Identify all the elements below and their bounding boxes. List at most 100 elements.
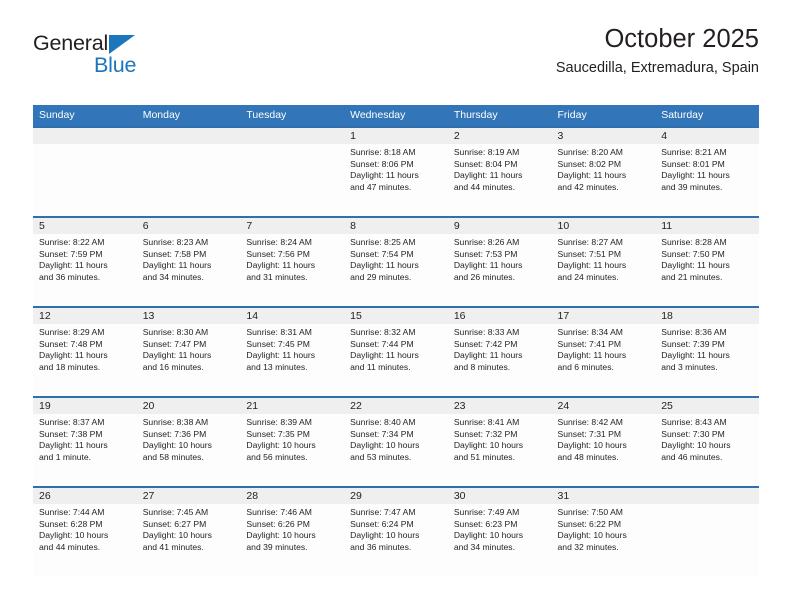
date-number: 20 — [136, 398, 241, 414]
sunset-text: Sunset: 7:35 PM — [246, 428, 310, 439]
date-number: 28 — [240, 488, 345, 504]
sunrise-text: Sunrise: 8:31 AM — [246, 327, 312, 337]
daylight-text-cont: and 36 minutes. — [39, 271, 101, 282]
day-cell-25[interactable]: 25 Sunrise: 8:43 AM Sunset: 7:30 PM Dayligh… — [655, 396, 759, 486]
daylight-text-cont: and 32 minutes. — [557, 541, 619, 552]
day-cell-20[interactable]: 20 Sunrise: 8:38 AM Sunset: 7:36 PM Dayligh… — [136, 396, 241, 486]
day-cell-27[interactable]: 27 Sunrise: 7:45 AM Sunset: 6:27 PM Dayligh… — [136, 486, 241, 576]
sunset-text: Sunset: 7:36 PM — [142, 428, 207, 439]
daylight-text-cont: and 51 minutes. — [453, 451, 515, 462]
day-details: Sunrise: 8:33 AM Sunset: 7:42 PM Daylight:… — [448, 324, 552, 373]
logo-triangle-icon — [109, 35, 135, 54]
day-cell-13[interactable]: 13 Sunrise: 8:30 AM Sunset: 7:47 PM Dayligh… — [136, 306, 241, 396]
day-cell-29[interactable]: 29 Sunrise: 7:47 AM Sunset: 6:24 PM Dayligh… — [344, 486, 448, 576]
date-number: 19 — [33, 398, 137, 414]
day-cell-24[interactable]: 24 Sunrise: 8:42 AM Sunset: 7:31 PM Dayligh… — [551, 396, 656, 486]
sunset-text: Sunset: 8:02 PM — [557, 158, 622, 169]
day-cell-28[interactable]: 28 Sunrise: 7:46 AM Sunset: 6:26 PM Dayligh… — [240, 486, 345, 576]
weekday-header-monday: Monday — [142, 109, 181, 121]
sunrise-text: Sunrise: 8:25 AM — [350, 237, 416, 247]
sunrise-text: Sunrise: 8:30 AM — [142, 327, 209, 337]
day-cell-6[interactable]: 6 Sunrise: 8:23 AM Sunset: 7:58 PM Daylight… — [136, 216, 241, 306]
date-number: 21 — [240, 398, 345, 414]
date-number: 9 — [447, 218, 552, 234]
sunset-text: Sunset: 7:42 PM — [453, 338, 518, 349]
day-details: Sunrise: 8:39 AM Sunset: 7:35 PM Daylight:… — [240, 414, 344, 463]
day-cell-11[interactable]: 11 Sunrise: 8:28 AM Sunset: 7:50 PM Dayligh… — [655, 216, 759, 306]
daylight-text-cont: and 34 minutes. — [453, 541, 515, 552]
sunset-text: Sunset: 7:51 PM — [557, 248, 622, 259]
day-details: Sunrise: 7:47 AM Sunset: 6:24 PM Daylight:… — [344, 504, 448, 553]
sunrise-text: Sunrise: 7:49 AM — [453, 507, 520, 517]
day-details — [240, 144, 344, 147]
day-cell-8[interactable]: 8 Sunrise: 8:25 AM Sunset: 7:54 PM Daylight… — [344, 216, 448, 306]
daylight-text-cont: and 39 minutes. — [661, 181, 723, 192]
sunrise-text: Sunrise: 8:43 AM — [661, 417, 727, 427]
sunrise-text: Sunrise: 8:39 AM — [246, 417, 312, 427]
daylight-text: Daylight: 11 hours — [142, 350, 212, 361]
sunset-text: Sunset: 7:45 PM — [246, 338, 310, 349]
daylight-text-cont: and 6 minutes. — [557, 361, 614, 372]
daylight-text-cont: and 34 minutes. — [142, 271, 204, 282]
sunrise-text: Sunrise: 8:37 AM — [39, 417, 105, 427]
daylight-text: Daylight: 11 hours — [557, 170, 627, 181]
sunrise-text: Sunrise: 8:34 AM — [557, 327, 623, 337]
daylight-text: Daylight: 10 hours — [557, 530, 627, 541]
general-blue-logo[interactable]: General Blue — [33, 31, 223, 83]
day-cell-3[interactable]: 3 Sunrise: 8:20 AM Sunset: 8:02 PM Daylight… — [551, 126, 656, 216]
day-cell-17[interactable]: 17 Sunrise: 8:34 AM Sunset: 7:41 PM Dayligh… — [551, 306, 656, 396]
date-number — [240, 128, 345, 144]
day-details: Sunrise: 8:32 AM Sunset: 7:44 PM Daylight:… — [344, 324, 448, 373]
daylight-text: Daylight: 11 hours — [142, 260, 212, 271]
sunset-text: Sunset: 7:58 PM — [142, 248, 207, 259]
date-number: 7 — [240, 218, 345, 234]
page-header: General Blue October 2025 Saucedilla, Ex… — [33, 26, 759, 98]
sunrise-text: Sunrise: 8:33 AM — [453, 327, 520, 337]
day-details: Sunrise: 8:28 AM Sunset: 7:50 PM Daylight:… — [655, 234, 759, 283]
sunset-text: Sunset: 7:34 PM — [350, 428, 414, 439]
sunset-text: Sunset: 6:22 PM — [557, 518, 622, 529]
date-number: 31 — [551, 488, 656, 504]
day-details: Sunrise: 8:27 AM Sunset: 7:51 PM Daylight:… — [552, 234, 656, 283]
day-details: Sunrise: 8:26 AM Sunset: 7:53 PM Daylight:… — [448, 234, 552, 283]
sunset-text: Sunset: 8:01 PM — [661, 158, 725, 169]
day-cell-12[interactable]: 12 Sunrise: 8:29 AM Sunset: 7:48 PM Dayligh… — [33, 306, 137, 396]
day-details: Sunrise: 8:43 AM Sunset: 7:30 PM Daylight:… — [655, 414, 759, 463]
sunrise-text: Sunrise: 8:42 AM — [557, 417, 623, 427]
daylight-text: Daylight: 11 hours — [557, 350, 627, 361]
day-cell-16[interactable]: 16 Sunrise: 8:33 AM Sunset: 7:42 PM Dayligh… — [447, 306, 552, 396]
week-row: 5 Sunrise: 8:22 AM Sunset: 7:59 PM Daylight… — [33, 216, 759, 306]
day-cell-15[interactable]: 15 Sunrise: 8:32 AM Sunset: 7:44 PM Dayligh… — [344, 306, 448, 396]
day-details: Sunrise: 8:30 AM Sunset: 7:47 PM Daylight:… — [137, 324, 241, 373]
day-cell-26[interactable]: 26 Sunrise: 7:44 AM Sunset: 6:28 PM Dayligh… — [33, 486, 137, 576]
day-cell-22[interactable]: 22 Sunrise: 8:40 AM Sunset: 7:34 PM Dayligh… — [344, 396, 448, 486]
sunrise-text: Sunrise: 8:23 AM — [142, 237, 209, 247]
calendar-grid: Sunday Monday Tuesday Wednesday Thursday Frid… — [33, 105, 759, 576]
daylight-text: Daylight: 11 hours — [661, 170, 730, 181]
day-cell-9[interactable]: 9 Sunrise: 8:26 AM Sunset: 7:53 PM Daylight… — [447, 216, 552, 306]
day-cell-21[interactable]: 21 Sunrise: 8:39 AM Sunset: 7:35 PM Dayligh… — [240, 396, 345, 486]
daylight-text-cont: and 39 minutes. — [246, 541, 308, 552]
daylight-text-cont: and 11 minutes. — [350, 361, 411, 372]
day-cell-19[interactable]: 19 Sunrise: 8:37 AM Sunset: 7:38 PM Dayligh… — [33, 396, 137, 486]
weekday-header-thursday: Thursday — [453, 109, 498, 121]
page-subtitle: Saucedilla, Extremadura, Spain — [555, 59, 759, 76]
sunset-text: Sunset: 7:38 PM — [39, 428, 103, 439]
daylight-text-cont: and 58 minutes. — [142, 451, 204, 462]
day-cell-31[interactable]: 31 Sunrise: 7:50 AM Sunset: 6:22 PM Dayligh… — [551, 486, 656, 576]
day-cell-14[interactable]: 14 Sunrise: 8:31 AM Sunset: 7:45 PM Dayligh… — [240, 306, 345, 396]
day-cell-5[interactable]: 5 Sunrise: 8:22 AM Sunset: 7:59 PM Daylight… — [33, 216, 137, 306]
day-cell-30[interactable]: 30 Sunrise: 7:49 AM Sunset: 6:23 PM Dayligh… — [447, 486, 552, 576]
calendar-page: General Blue October 2025 Saucedilla, Ex… — [0, 0, 792, 612]
daylight-text-cont: and 36 minutes. — [350, 541, 412, 552]
sunset-text: Sunset: 7:31 PM — [557, 428, 622, 439]
daylight-text-cont: and 44 minutes. — [39, 541, 101, 552]
date-number: 17 — [551, 308, 656, 324]
day-cell-18[interactable]: 18 Sunrise: 8:36 AM Sunset: 7:39 PM Dayligh… — [655, 306, 759, 396]
day-cell-2[interactable]: 2 Sunrise: 8:19 AM Sunset: 8:04 PM Daylight… — [447, 126, 552, 216]
day-cell-1[interactable]: 1 Sunrise: 8:18 AM Sunset: 8:06 PM Daylight… — [344, 126, 448, 216]
day-cell-23[interactable]: 23 Sunrise: 8:41 AM Sunset: 7:32 PM Dayligh… — [447, 396, 552, 486]
day-cell-7[interactable]: 7 Sunrise: 8:24 AM Sunset: 7:56 PM Daylight… — [240, 216, 345, 306]
day-cell-10[interactable]: 10 Sunrise: 8:27 AM Sunset: 7:51 PM Dayligh… — [551, 216, 656, 306]
day-cell-4[interactable]: 4 Sunrise: 8:21 AM Sunset: 8:01 PM Daylight… — [655, 126, 759, 216]
